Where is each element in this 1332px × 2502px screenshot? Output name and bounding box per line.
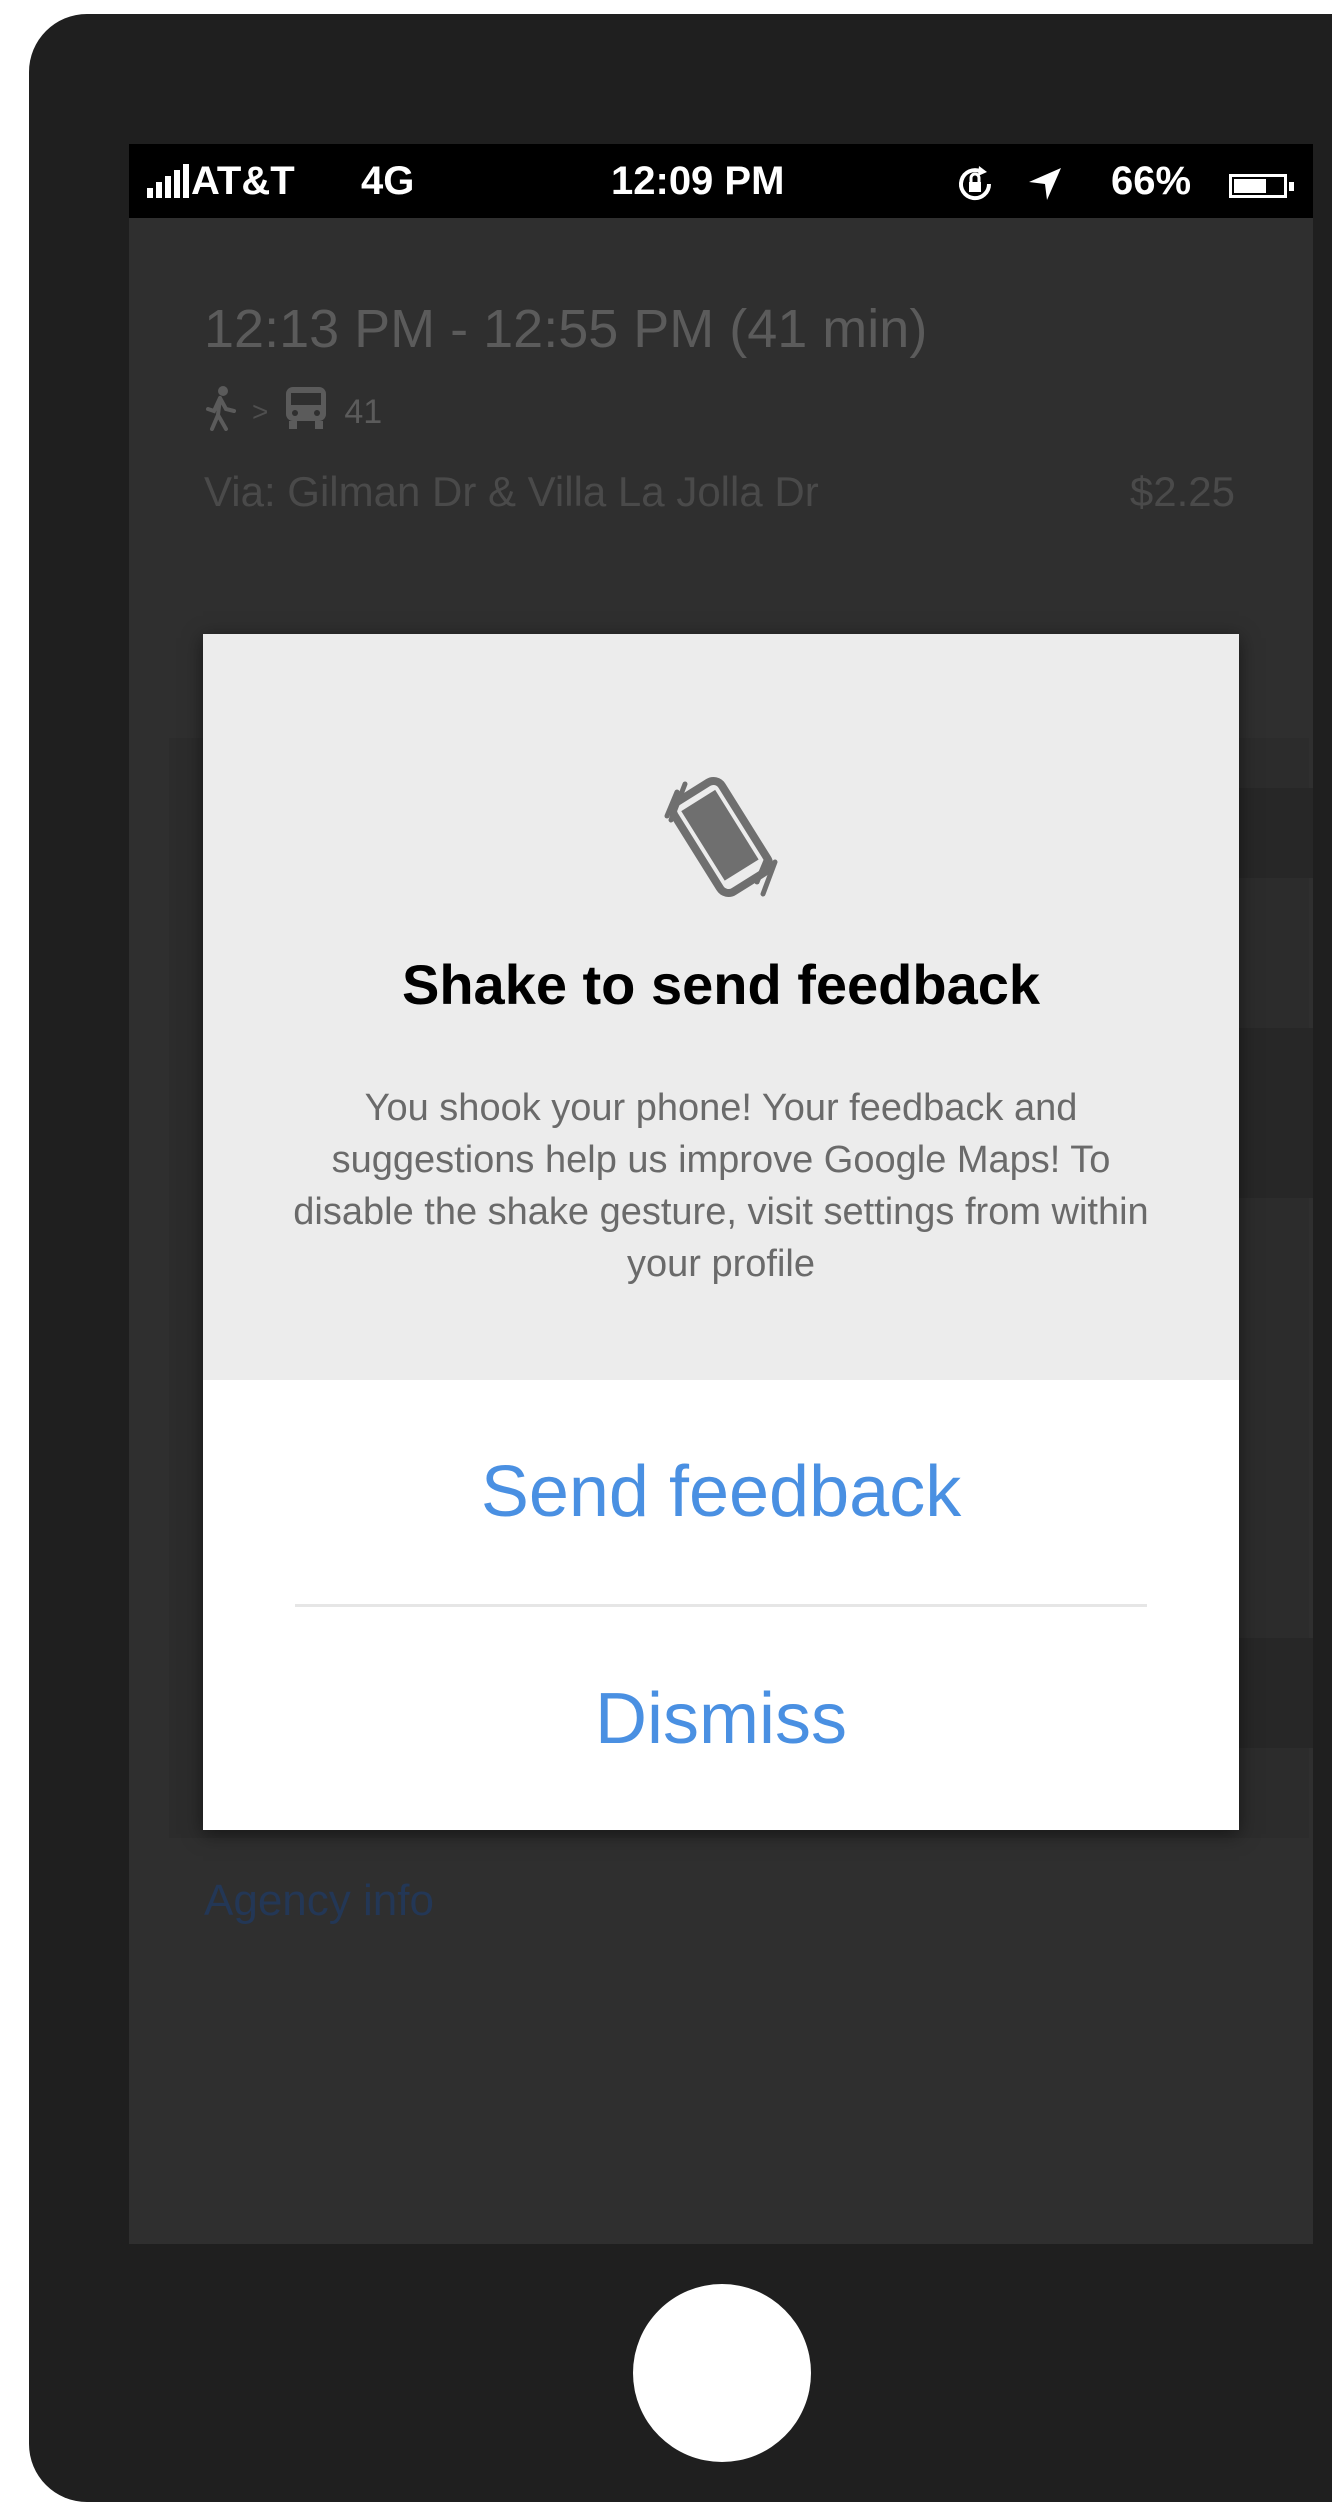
trip-time-range: 12:13 PM - 12:55 PM (41 min) — [204, 299, 928, 359]
trip-via: Via: Gilman Dr & Villa La Jolla Dr — [204, 468, 819, 515]
status-bar: AT&T 4G 12:09 PM 66% — [129, 144, 1313, 218]
carrier-label: AT&T — [191, 159, 295, 203]
network-label: 4G — [361, 159, 415, 203]
trip-modes: > 41 — [204, 385, 383, 440]
walk-icon — [204, 385, 238, 440]
shake-phone-icon — [651, 762, 791, 912]
dialog-header: Shake to send feedback You shook your ph… — [203, 634, 1239, 1380]
dialog-title: Shake to send feedback — [401, 953, 1040, 1016]
battery-icon — [1229, 174, 1294, 198]
agency-info-link[interactable]: Agency info — [204, 1876, 434, 1926]
phone-frame: AT&T 4G 12:09 PM 66% 12:13 PM - 12:55 PM… — [29, 14, 1332, 2502]
chevron-right-icon: > — [252, 396, 269, 427]
location-arrow-icon — [1027, 166, 1063, 212]
rotation-lock-icon — [955, 164, 999, 214]
signal-icon — [147, 164, 189, 198]
bus-route-number: 41 — [344, 392, 383, 431]
send-feedback-button[interactable]: Send feedback — [203, 1380, 1239, 1604]
battery-percent: 66% — [1111, 159, 1192, 203]
phone-screen: AT&T 4G 12:09 PM 66% 12:13 PM - 12:55 PM… — [129, 144, 1313, 2244]
shake-feedback-dialog: Shake to send feedback You shook your ph… — [203, 634, 1239, 1830]
bus-icon — [282, 385, 330, 440]
trip-fare: $2.25 — [1129, 468, 1235, 515]
status-clock: 12:09 PM — [611, 159, 785, 203]
dialog-body: You shook your phone! Your feedback and … — [293, 1087, 1149, 1285]
dismiss-button[interactable]: Dismiss — [203, 1607, 1239, 1830]
home-button[interactable] — [633, 2284, 811, 2462]
